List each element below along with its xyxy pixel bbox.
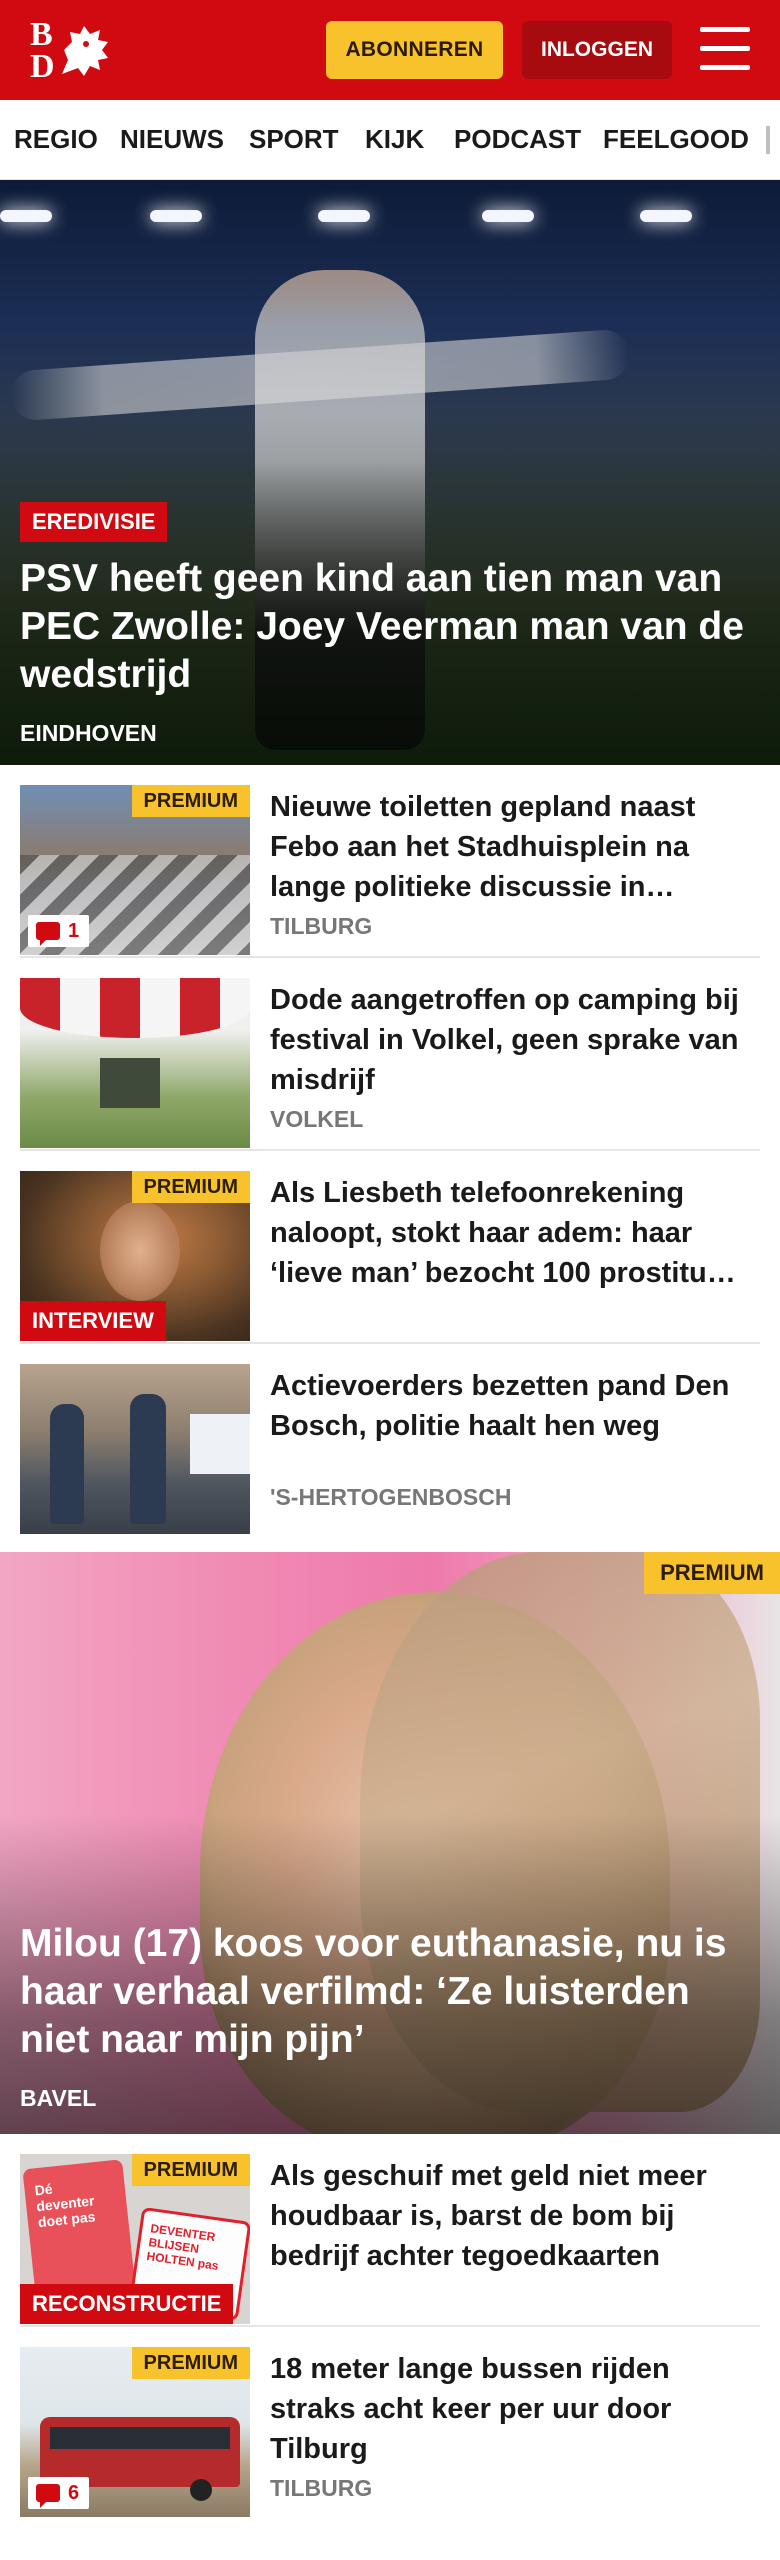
article-title[interactable]: Nieuwe toiletten gepland naast Febo aan … (270, 787, 760, 907)
nav-overflow-indicator (766, 126, 770, 154)
nav-item-nieuws[interactable]: NIEUWS (120, 124, 224, 155)
comment-icon (36, 2484, 60, 2508)
article-thumbnail: PREMIUM 6 (20, 2347, 250, 2517)
nav-item-regio[interactable]: REGIO (14, 124, 98, 155)
nav-item-feelgood[interactable]: FEELGOOD (603, 124, 749, 155)
list-item[interactable]: Dé deventer doet pas DEVENTER BLIJSEN HO… (0, 2134, 780, 2327)
premium-badge: PREMIUM (131, 785, 250, 817)
premium-badge: PREMIUM (131, 1171, 250, 1203)
nav-item-kijk[interactable]: KIJK (365, 124, 424, 155)
article-thumbnail: PREMIUM 1 (20, 785, 250, 955)
comment-count[interactable]: 1 (28, 915, 90, 947)
category-badge: EREDIVISIE (20, 502, 168, 542)
article-thumbnail: Dé deventer doet pas DEVENTER BLIJSEN HO… (20, 2154, 250, 2324)
article-location: TILBURG (270, 2475, 373, 2501)
lion-icon (62, 26, 108, 76)
login-button[interactable]: INLOGGEN (522, 21, 672, 79)
article-location: TILBURG (270, 913, 373, 939)
hero-title[interactable]: PSV heeft geen kind aan tien man van PEC… (20, 555, 765, 699)
subscribe-button[interactable]: ABONNEREN (326, 21, 503, 79)
article-thumbnail (20, 1364, 250, 1534)
article-location: 'S-HERTOGENBOSCH (270, 1484, 512, 1510)
comment-count[interactable]: 6 (28, 2477, 90, 2509)
list-item[interactable]: PREMIUM INTERVIEW Als Liesbeth telefoonr… (0, 1151, 780, 1344)
comment-count-value: 6 (68, 2481, 80, 2504)
comment-count-value: 1 (68, 919, 80, 942)
nav-item-sport[interactable]: SPORT (249, 124, 339, 155)
label-badge: RECONSTRUCTIE (20, 2284, 234, 2324)
list-item[interactable]: PREMIUM 6 18 meter lange bussen rijden s… (0, 2327, 780, 2520)
bd-logo[interactable]: B D (28, 18, 118, 84)
comment-icon (36, 922, 60, 946)
premium-badge: PREMIUM (131, 2154, 250, 2186)
article-title[interactable]: Als Liesbeth telefoonrekening naloopt, s… (270, 1173, 760, 1293)
feature-article[interactable]: PREMIUM Milou (17) koos voor euthanasie,… (0, 1552, 780, 2134)
list-item[interactable]: PREMIUM 1 Nieuwe toiletten gepland naast… (0, 765, 780, 958)
article-title[interactable]: Actievoerders bezetten pand Den Bosch, p… (270, 1366, 760, 1446)
logo-letter-d: D (30, 48, 55, 85)
menu-icon[interactable] (700, 27, 750, 71)
label-badge: INTERVIEW (20, 1301, 166, 1341)
article-location: VOLKEL (270, 1106, 364, 1132)
article-thumbnail: PREMIUM INTERVIEW (20, 1171, 250, 1341)
site-header: B D ABONNEREN INLOGGEN (0, 0, 780, 100)
section-nav: REGIO NIEUWS SPORT KIJK PODCAST FEELGOOD (0, 100, 780, 180)
card-text-right: DEVENTER BLIJSEN HOLTEN pas (145, 2221, 220, 2273)
premium-badge: PREMIUM (131, 2347, 250, 2379)
feature-title[interactable]: Milou (17) koos voor euthanasie, nu is h… (20, 1920, 765, 2064)
feature-location: BAVEL (20, 2085, 97, 2111)
card-text-left: Dé deventer doet pas (33, 2180, 97, 2231)
logo-letter-b: B (30, 16, 53, 53)
list-item[interactable]: Dode aangetroffen op camping bij festiva… (0, 958, 780, 1151)
nav-item-podcast[interactable]: PODCAST (454, 124, 581, 155)
premium-badge: PREMIUM (644, 1552, 780, 1594)
hero-article[interactable]: EREDIVISIE PSV heeft geen kind aan tien … (0, 180, 780, 765)
article-title[interactable]: Als geschuif met geld niet meer houdbaar… (270, 2156, 760, 2276)
hero-location: EINDHOVEN (20, 720, 157, 746)
article-title[interactable]: Dode aangetroffen op camping bij festiva… (270, 980, 760, 1100)
list-item[interactable]: Actievoerders bezetten pand Den Bosch, p… (0, 1344, 780, 1552)
article-thumbnail (20, 978, 250, 1148)
article-title[interactable]: 18 meter lange bussen rijden straks acht… (270, 2349, 760, 2469)
